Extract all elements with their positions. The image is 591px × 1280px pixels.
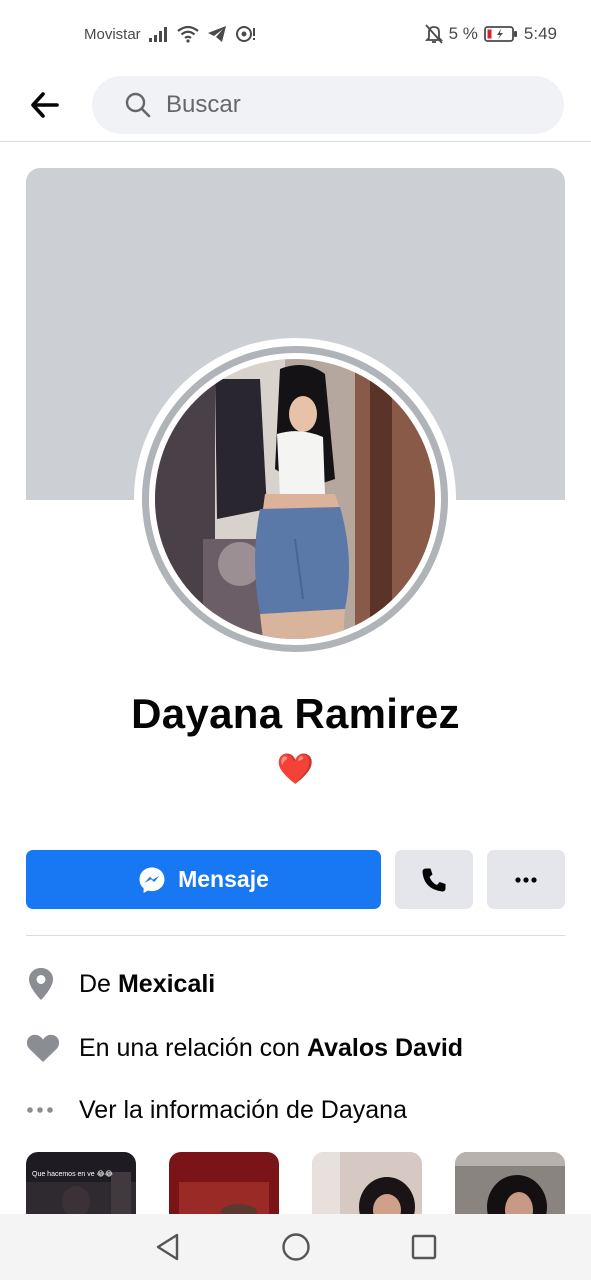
hotspot-icon bbox=[235, 25, 257, 43]
recents-square-icon[interactable] bbox=[404, 1227, 444, 1267]
photo-thumbnail[interactable] bbox=[312, 1152, 422, 1214]
info-row-see-about[interactable]: Ver la información de Dayana bbox=[26, 1086, 565, 1134]
wifi-icon bbox=[177, 25, 199, 43]
messenger-icon bbox=[139, 867, 165, 893]
profile-actions: Mensaje bbox=[26, 850, 565, 910]
photo-caption: Que hacemos en ve 😂😂 bbox=[32, 1171, 113, 1178]
search-icon bbox=[125, 92, 151, 117]
message-button[interactable]: Mensaje bbox=[26, 850, 381, 909]
photo-thumbnail[interactable] bbox=[169, 1152, 279, 1214]
phone-icon bbox=[422, 868, 446, 891]
battery-percent: 5 % bbox=[448, 24, 478, 43]
profile-name: Dayana Ramirez bbox=[131, 690, 460, 737]
call-button[interactable] bbox=[395, 850, 473, 909]
photo-thumbnail[interactable] bbox=[455, 1152, 565, 1214]
signal-icon bbox=[148, 26, 169, 42]
back-button[interactable] bbox=[0, 68, 92, 142]
profile-avatar[interactable] bbox=[134, 338, 456, 660]
info-row-relationship: En una relación con Avalos David bbox=[26, 1024, 565, 1072]
info-relationship-partner[interactable]: Avalos David bbox=[307, 1034, 463, 1063]
system-nav-bar bbox=[0, 1214, 591, 1280]
telegram-icon bbox=[207, 25, 227, 43]
info-hometown-prefix: De bbox=[79, 969, 111, 998]
info-see-about-label[interactable]: Ver la información de Dayana bbox=[79, 1096, 407, 1125]
divider bbox=[26, 935, 565, 936]
dots-icon bbox=[26, 1106, 79, 1114]
avatar-border bbox=[142, 346, 448, 652]
more-dots-icon bbox=[515, 876, 537, 883]
status-bar: Movistar 5 % 5:49 bbox=[0, 0, 591, 68]
heart-icon bbox=[26, 1033, 79, 1063]
battery-icon bbox=[484, 25, 518, 43]
status-left: Movistar bbox=[84, 25, 257, 43]
home-circle-icon[interactable] bbox=[276, 1227, 316, 1267]
info-row-hometown: De Mexicali bbox=[26, 960, 565, 1008]
info-hometown-value[interactable]: Mexicali bbox=[118, 970, 215, 999]
carrier-name: Movistar bbox=[84, 25, 141, 43]
clock-time: 5:49 bbox=[523, 24, 557, 43]
info-relationship-prefix: En una relación con bbox=[79, 1033, 300, 1062]
message-button-label: Mensaje bbox=[178, 866, 269, 892]
arrow-left-icon bbox=[31, 91, 59, 118]
search-bar[interactable] bbox=[92, 75, 564, 134]
avatar-image bbox=[155, 359, 435, 639]
back-triangle-icon[interactable] bbox=[148, 1227, 188, 1267]
photo-thumbnail[interactable]: Que hacemos en ve 😂😂 bbox=[26, 1152, 136, 1214]
status-right: 5 % 5:49 bbox=[424, 24, 557, 44]
top-bar bbox=[0, 68, 591, 142]
profile-bio: ❤️ bbox=[276, 753, 315, 786]
location-pin-icon bbox=[26, 967, 79, 1001]
more-button[interactable] bbox=[487, 850, 565, 909]
photo-strip: Que hacemos en ve 😂😂 bbox=[26, 1152, 565, 1214]
muted-bell-icon bbox=[424, 24, 443, 44]
search-input[interactable] bbox=[166, 90, 496, 119]
